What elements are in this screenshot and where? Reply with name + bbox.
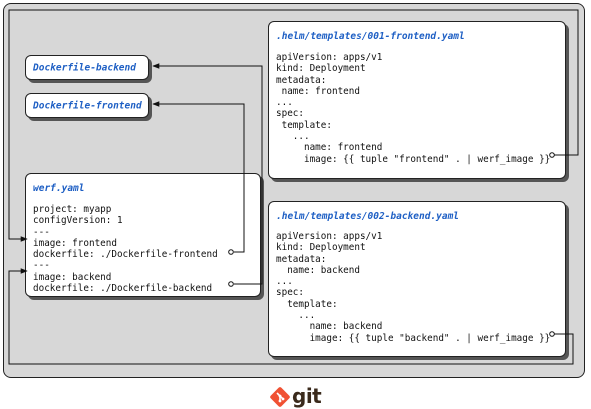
connector-dot <box>228 249 234 255</box>
connector-dot <box>549 152 555 158</box>
git-logo-icon <box>270 387 290 407</box>
frontend-image-connector <box>8 9 579 242</box>
git-logo-text: git <box>292 384 322 408</box>
dockerfile-backend-connector <box>152 63 263 285</box>
dockerfile-frontend-connector <box>152 101 245 253</box>
connector-dot <box>228 281 234 287</box>
backend-image-connector <box>8 268 574 365</box>
connector-dot <box>549 331 555 337</box>
connector-lines <box>8 9 579 365</box>
